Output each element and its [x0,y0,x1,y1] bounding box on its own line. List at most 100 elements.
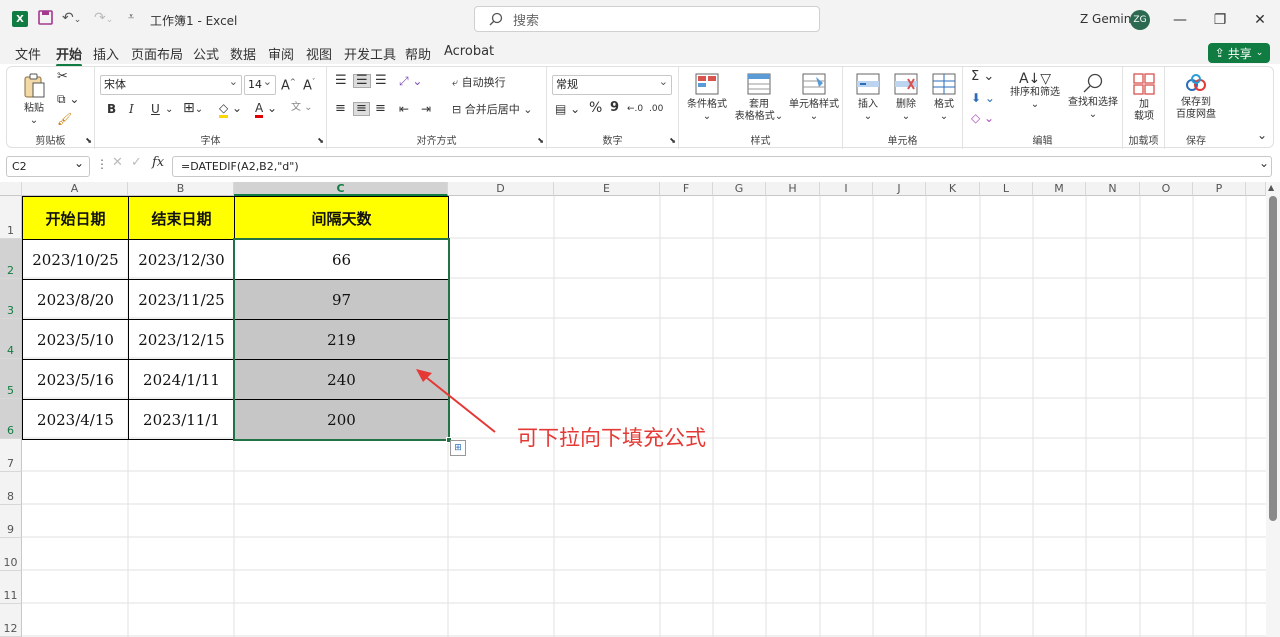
tab-acrobat[interactable]: Acrobat [444,44,494,59]
table-cell[interactable]: 2023/10/25 [22,239,129,280]
user-name[interactable]: Z Gemini [1080,12,1135,26]
tab-developer[interactable]: 开发工具 [344,44,396,63]
align-top-icon[interactable]: ☰ [335,74,347,87]
col-header-e[interactable]: E [554,182,660,196]
tab-formulas[interactable]: 公式 [193,44,219,63]
collapse-ribbon-icon[interactable]: ⌄ [1257,129,1267,141]
wrap-text-button[interactable]: ⤶ 自动换行 [452,77,506,89]
active-cell[interactable]: 66 [234,239,449,280]
copy-icon[interactable]: ⧉ ⌄ [57,93,79,105]
autosum-icon[interactable]: Σ ⌄ [971,70,994,83]
minimize-icon[interactable]: — [1168,8,1192,32]
find-select-button[interactable]: 查找和选择 ⌄ [1065,73,1121,121]
tab-view[interactable]: 视图 [306,44,332,63]
align-middle-icon[interactable]: ☰ [353,74,371,88]
table-cell[interactable]: 2023/11/25 [128,279,235,320]
number-format-select[interactable]: 常规 [552,73,672,95]
decrease-decimal-icon[interactable]: .00 [649,103,663,115]
col-header-g[interactable]: G [713,182,766,196]
restore-icon[interactable]: ❐ [1208,8,1232,32]
header-cell-end-date[interactable]: 结束日期 [128,196,235,240]
number-dialog-launcher-icon[interactable]: ⬊ [669,135,676,147]
phonetic-icon[interactable]: 文 ⌄ [291,102,313,114]
align-left-icon[interactable]: ≡ [335,102,346,115]
table-cell[interactable]: 2023/5/16 [22,359,129,400]
row-header-5[interactable]: 5 [0,359,22,399]
paste-button[interactable]: 粘贴 ⌄ [17,73,51,127]
italic-button[interactable]: I [129,103,134,115]
format-painter-icon[interactable]: 🖌 [57,113,72,125]
header-cell-start-date[interactable]: 开始日期 [22,196,129,240]
row-header-10[interactable]: 10 [0,538,22,571]
sort-filter-button[interactable]: A↓▽ 排序和筛选 ⌄ [1007,72,1063,111]
table-cell[interactable]: 2023/8/20 [22,279,129,320]
table-cell[interactable]: 2023/12/15 [128,319,235,360]
close-icon[interactable]: ✕ [1248,8,1272,32]
row-header-6[interactable]: 6 [0,399,22,439]
col-header-c[interactable]: C [234,182,448,196]
tab-home[interactable]: 开始 [56,44,83,67]
col-header-m[interactable]: M [1033,182,1086,196]
underline-button[interactable]: U [151,103,160,115]
row-header-9[interactable]: 9 [0,505,22,538]
bold-button[interactable]: B [107,103,116,115]
font-size-select[interactable]: 14 [244,73,276,95]
font-color-icon[interactable]: A ⌄ [255,101,277,118]
row-header-1[interactable]: 1 [0,196,22,239]
col-header-k[interactable]: K [926,182,980,196]
dialog-launcher-icon[interactable]: ⬊ [85,135,92,147]
tab-page-layout[interactable]: 页面布局 [131,44,183,63]
insert-cells-button[interactable]: 插入 ⌄ [851,73,885,123]
col-header-d[interactable]: D [448,182,554,196]
decrease-indent-icon[interactable]: ⇤ [399,103,409,115]
col-header-j[interactable]: J [873,182,926,196]
row-header-3[interactable]: 3 [0,279,22,319]
avatar[interactable]: ZG [1130,10,1150,30]
vertical-scrollbar[interactable]: ▲ [1266,182,1280,637]
cell-styles-button[interactable]: 单元格样式 ⌄ [787,73,841,123]
align-center-icon[interactable]: ≡ [353,102,370,116]
increase-decimal-icon[interactable]: ←.0 [627,103,643,115]
tab-file[interactable]: 文件 [15,44,41,63]
table-cell[interactable]: 2023/4/15 [22,399,129,440]
fill-icon[interactable]: ⬇ ⌄ [971,92,995,104]
tab-review[interactable]: 审阅 [268,44,294,63]
col-header-a[interactable]: A [22,182,128,196]
search-box[interactable]: 搜索 [474,6,820,32]
select-all-corner[interactable] [0,182,22,196]
align-bottom-icon[interactable]: ☰ [375,74,387,87]
font-dialog-launcher-icon[interactable]: ⬊ [317,135,324,147]
alignment-dialog-launcher-icon[interactable]: ⬊ [537,135,544,147]
tab-help[interactable]: 帮助 [405,44,431,63]
row-header-12[interactable]: 12 [0,604,22,637]
delete-cells-button[interactable]: 删除 ⌄ [889,73,923,123]
increase-font-icon[interactable]: A^ [281,76,296,92]
tab-data[interactable]: 数据 [230,44,256,63]
tab-insert[interactable]: 插入 [93,44,119,63]
increase-indent-icon[interactable]: ⇥ [421,103,431,115]
addins-button[interactable]: 加载项 [1129,73,1159,123]
cut-icon[interactable]: ✂ [57,70,68,83]
fill-color-icon[interactable]: ◇ ⌄ [219,101,242,118]
formula-input[interactable]: =DATEDIF(A2,B2,"d") [172,156,1272,177]
format-as-table-button[interactable]: 套用 表格格式⌄ [733,73,785,123]
col-header-n[interactable]: N [1086,182,1140,196]
save-icon[interactable] [38,10,53,29]
scroll-thumb[interactable] [1269,196,1277,521]
insert-function-icon[interactable]: fx [152,156,164,169]
enter-icon[interactable]: ✓ [131,156,142,169]
clear-icon[interactable]: ◇ ⌄ [971,112,994,124]
conditional-format-button[interactable]: 条件格式 ⌄ [685,73,729,123]
header-cell-interval-days[interactable]: 间隔天数 [234,196,449,240]
col-header-o[interactable]: O [1140,182,1193,196]
col-header-b[interactable]: B [128,182,234,196]
row-header-4[interactable]: 4 [0,319,22,359]
merge-center-button[interactable]: ⊟ 合并后居中 ⌄ [452,104,532,116]
decrease-font-icon[interactable]: Aˇ [303,76,315,92]
redo-icon[interactable]: ↷⌄ [94,10,113,26]
row-header-2[interactable]: 2 [0,239,22,279]
expand-formula-icon[interactable]: ⌄ [1259,157,1269,169]
col-header-h[interactable]: H [766,182,820,196]
table-cell[interactable]: 2023/5/10 [22,319,129,360]
row-header-7[interactable]: 7 [0,439,22,472]
